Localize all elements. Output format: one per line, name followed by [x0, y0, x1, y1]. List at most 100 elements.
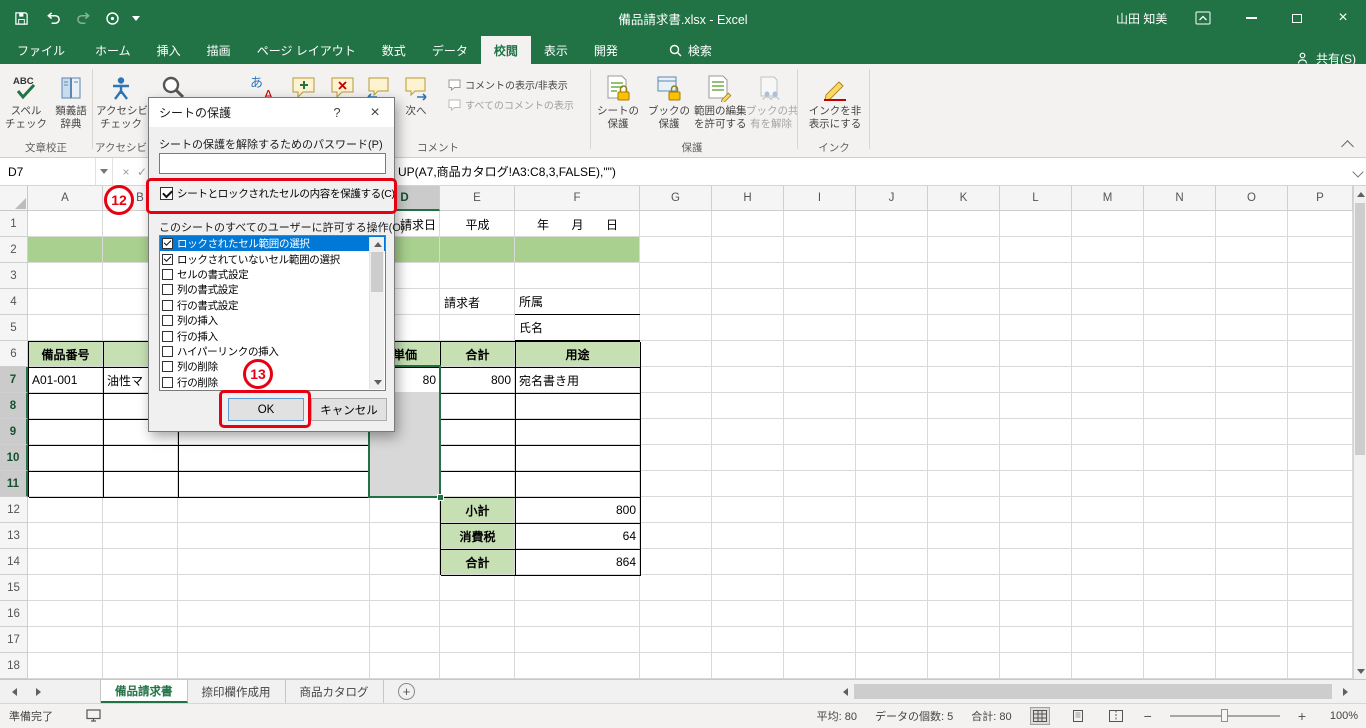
- cell-F13[interactable]: 64: [515, 523, 640, 549]
- dialog-list-item[interactable]: ロックされたセル範囲の選択: [160, 236, 385, 252]
- status-average[interactable]: 平均: 80: [817, 708, 857, 724]
- row-header-10[interactable]: 10: [0, 445, 28, 471]
- cell-A6[interactable]: 備品番号: [28, 341, 103, 367]
- minimize-button[interactable]: [1228, 0, 1274, 36]
- checkbox-checked-icon[interactable]: [162, 253, 173, 265]
- column-header-K[interactable]: K: [928, 186, 1000, 211]
- ribbon-tab[interactable]: ページ レイアウト: [244, 36, 369, 64]
- cell-F5[interactable]: 氏名: [515, 315, 640, 341]
- row-header-8[interactable]: 8: [0, 393, 28, 419]
- zoom-out-button[interactable]: −: [1144, 708, 1152, 724]
- zoom-level[interactable]: 100%: [1324, 710, 1358, 722]
- collapse-ribbon-icon[interactable]: [1341, 140, 1354, 153]
- status-count[interactable]: データの個数: 5: [875, 708, 953, 724]
- cell-E1[interactable]: 平成: [440, 211, 515, 237]
- row-header-14[interactable]: 14: [0, 549, 28, 575]
- column-header-P[interactable]: P: [1288, 186, 1353, 211]
- formula-text[interactable]: UP(A7,商品カタログ!A3:C8,3,FALSE),""): [398, 158, 616, 185]
- list-scroll-down-icon[interactable]: [370, 375, 385, 389]
- cell-E12[interactable]: 小計: [440, 497, 515, 523]
- ribbon-tab[interactable]: ホーム: [82, 36, 144, 64]
- checkbox-unchecked-icon[interactable]: [162, 268, 173, 280]
- row-header-13[interactable]: 13: [0, 523, 28, 549]
- cell-E6[interactable]: 合計: [440, 341, 515, 367]
- column-header-A[interactable]: A: [28, 186, 103, 211]
- file-tab[interactable]: ファイル: [0, 36, 82, 64]
- horizontal-scrollbar-thumb[interactable]: [854, 684, 1332, 699]
- checkbox-unchecked-icon[interactable]: [162, 284, 173, 296]
- row-header-4[interactable]: 4: [0, 289, 28, 315]
- column-header-G[interactable]: G: [640, 186, 712, 211]
- status-indicator-icon[interactable]: [86, 709, 101, 725]
- page-break-view-icon[interactable]: [1106, 707, 1126, 725]
- maximize-button[interactable]: [1274, 0, 1320, 36]
- cell-F6[interactable]: 用途: [515, 341, 640, 367]
- sheet-tab[interactable]: 商品カタログ: [286, 680, 384, 703]
- cancel-formula-icon[interactable]: ×: [118, 158, 134, 185]
- cell-F1[interactable]: 年月日: [515, 211, 640, 237]
- vertical-scrollbar-thumb[interactable]: [1355, 203, 1365, 455]
- cell-E14[interactable]: 合計: [440, 549, 515, 575]
- row-header-5[interactable]: 5: [0, 315, 28, 341]
- cell-F4[interactable]: 所属: [515, 289, 640, 315]
- row-header-12[interactable]: 12: [0, 497, 28, 523]
- vertical-scrollbar[interactable]: [1353, 186, 1366, 679]
- ribbon-tab[interactable]: 数式: [369, 36, 419, 64]
- row-header-9[interactable]: 9: [0, 419, 28, 445]
- row-header-11[interactable]: 11: [0, 471, 28, 497]
- formula-bar-expand-icon[interactable]: [1352, 166, 1364, 178]
- dialog-list-item[interactable]: ロックされていないセル範囲の選択: [160, 251, 385, 266]
- dialog-title-bar[interactable]: シートの保護 ? ×: [149, 98, 394, 127]
- row-header-18[interactable]: 18: [0, 653, 28, 679]
- checkbox-checked-icon[interactable]: [162, 238, 173, 250]
- dialog-list-item[interactable]: ハイパーリンクの挿入: [160, 344, 385, 359]
- status-sum[interactable]: 合計: 80: [971, 708, 1011, 724]
- column-header-J[interactable]: J: [856, 186, 928, 211]
- column-header-N[interactable]: N: [1144, 186, 1216, 211]
- dialog-list-item[interactable]: 列の書式設定: [160, 282, 385, 297]
- ribbon-display-options-button[interactable]: [1188, 0, 1218, 36]
- column-header-E[interactable]: E: [440, 186, 515, 211]
- dialog-list-item[interactable]: 列の挿入: [160, 313, 385, 328]
- horizontal-scrollbar[interactable]: [838, 683, 1352, 700]
- ribbon-tab[interactable]: 開発: [581, 36, 631, 64]
- scroll-right-icon[interactable]: [1342, 687, 1348, 696]
- zoom-in-button[interactable]: +: [1298, 708, 1306, 724]
- row-header-17[interactable]: 17: [0, 627, 28, 653]
- sheet-tab[interactable]: 捺印欄作成用: [188, 680, 286, 703]
- column-header-F[interactable]: F: [515, 186, 640, 211]
- scroll-down-icon[interactable]: [1356, 668, 1365, 674]
- row-header-6[interactable]: 6: [0, 341, 28, 367]
- cell-E13[interactable]: 消費税: [440, 523, 515, 549]
- show-hide-comment-toggle[interactable]: コメントの表示/非表示: [448, 77, 568, 92]
- row-header-15[interactable]: 15: [0, 575, 28, 601]
- page-layout-view-icon[interactable]: [1068, 707, 1088, 725]
- row-header-7[interactable]: 7: [0, 367, 28, 393]
- column-header-M[interactable]: M: [1072, 186, 1144, 211]
- list-scrollbar[interactable]: [369, 237, 384, 389]
- list-scrollbar-thumb[interactable]: [371, 252, 383, 292]
- name-box-dropdown-icon[interactable]: [96, 158, 113, 185]
- dialog-list-item[interactable]: セルの書式設定: [160, 267, 385, 282]
- ribbon-tab[interactable]: 挿入: [144, 36, 194, 64]
- checkbox-unchecked-icon[interactable]: [162, 330, 173, 342]
- ribbon-tab[interactable]: 表示: [531, 36, 581, 64]
- ribbon-tab[interactable]: 校閲: [480, 36, 531, 64]
- column-header-O[interactable]: O: [1216, 186, 1288, 211]
- dialog-list-item[interactable]: 行の書式設定: [160, 298, 385, 313]
- password-input[interactable]: [159, 153, 386, 174]
- list-scroll-up-icon[interactable]: [370, 237, 385, 251]
- cell-A7[interactable]: A01-001: [28, 367, 103, 393]
- checkbox-unchecked-icon[interactable]: [162, 361, 173, 373]
- checkbox-unchecked-icon[interactable]: [162, 315, 173, 327]
- ribbon-tab[interactable]: データ: [419, 36, 481, 64]
- name-box[interactable]: D7: [0, 158, 96, 185]
- dialog-list-item[interactable]: 行の挿入: [160, 328, 385, 343]
- dialog-help-icon[interactable]: ?: [322, 98, 352, 127]
- tell-me-search[interactable]: 検索: [669, 36, 712, 64]
- cell-E4[interactable]: 請求者: [440, 289, 515, 315]
- column-header-L[interactable]: L: [1000, 186, 1072, 211]
- fill-handle[interactable]: [437, 494, 444, 501]
- row-header-16[interactable]: 16: [0, 601, 28, 627]
- zoom-slider-thumb[interactable]: [1220, 709, 1228, 722]
